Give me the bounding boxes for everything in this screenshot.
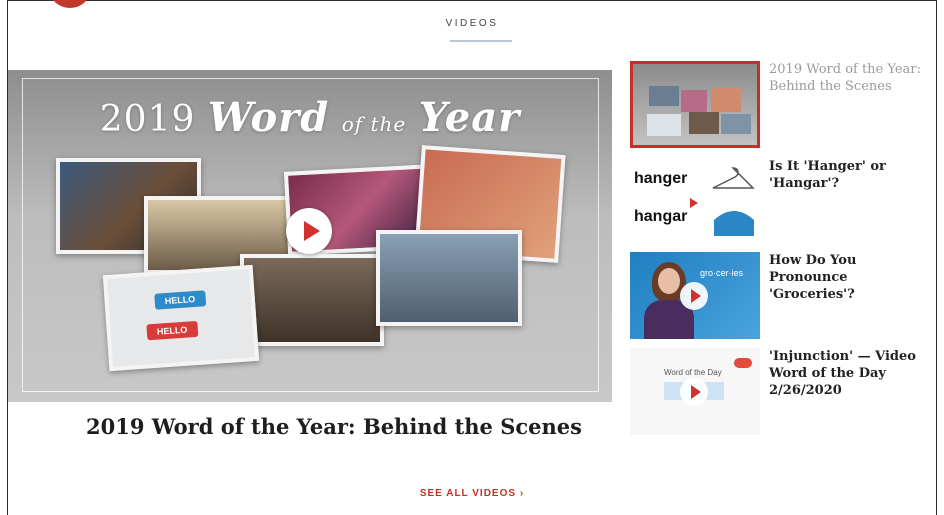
video-thumbnail[interactable]: gro·cer·ies [630, 252, 760, 339]
sidebar-video-title[interactable]: 'Injunction' — Video Word of the Day 2/2… [769, 348, 929, 399]
coat-hanger-icon [712, 167, 755, 189]
play-icon[interactable] [680, 282, 708, 310]
thumb-word-of-day: Word of the Day [664, 368, 722, 377]
see-all-videos-link[interactable]: SEE ALL VIDEOS › [0, 488, 944, 499]
sidebar-video-item[interactable]: 2019 Word of the Year: Behind the Scenes [630, 61, 930, 151]
hello-badge: HELLO [146, 320, 198, 341]
thumb-collage-tile [681, 90, 707, 112]
sidebar-video-item[interactable]: gro·cer·ies How Do You Pronounce 'Grocer… [630, 252, 930, 342]
collage-photo-airplane [376, 230, 522, 326]
hello-badge: HELLO [154, 290, 206, 310]
thumb-collage-tile [649, 86, 679, 106]
thumb-word-groceries: gro·cer·ies [700, 268, 744, 278]
sidebar-video-item[interactable]: hanger hangar Is It 'Hanger' or 'Hangar'… [630, 158, 930, 248]
video-thumbnail[interactable]: hanger hangar [630, 158, 760, 245]
hangar-building-icon [714, 211, 754, 236]
play-icon[interactable] [286, 208, 332, 254]
thumb-collage-tile [711, 88, 741, 112]
play-icon[interactable] [680, 378, 708, 406]
video-thumbnail[interactable] [630, 61, 760, 148]
section-title-underline [450, 40, 512, 42]
arrow-icon [690, 198, 698, 208]
collage-photo-name-tags: HELLO HELLO [102, 264, 260, 372]
video-thumbnail[interactable]: Word of the Day [630, 348, 760, 435]
brand-badge-icon [734, 358, 752, 368]
featured-video-player[interactable]: 2019 Word of the Year HELLO HELLO [8, 70, 612, 402]
hero-heading-year-word: Year [418, 94, 521, 141]
thumb-word-hangar: hangar [634, 208, 688, 225]
thumb-word-hanger: hanger [634, 170, 688, 187]
hero-heading-year: 2019 [99, 99, 196, 140]
collage-photo-speech [240, 254, 384, 346]
sidebar-video-title[interactable]: 2019 Word of the Year: Behind the Scenes [769, 61, 929, 95]
hero-heading-word: Word [207, 94, 330, 141]
thumb-collage-tile [647, 114, 681, 136]
sidebar-video-item[interactable]: Word of the Day 'Injunction' — Video Wor… [630, 348, 930, 438]
section-title: VIDEOS [445, 18, 499, 29]
thumb-collage-tile [721, 114, 751, 134]
hero-heading: 2019 Word of the Year [8, 94, 612, 141]
featured-video-title[interactable]: 2019 Word of the Year: Behind the Scenes [86, 414, 582, 439]
sidebar-video-title[interactable]: Is It 'Hanger' or 'Hangar'? [769, 158, 929, 192]
hero-heading-of: of the [341, 112, 407, 136]
thumb-collage-tile [689, 112, 719, 134]
sidebar-video-title[interactable]: How Do You Pronounce 'Groceries'? [769, 252, 929, 303]
presenter-face [658, 268, 680, 294]
